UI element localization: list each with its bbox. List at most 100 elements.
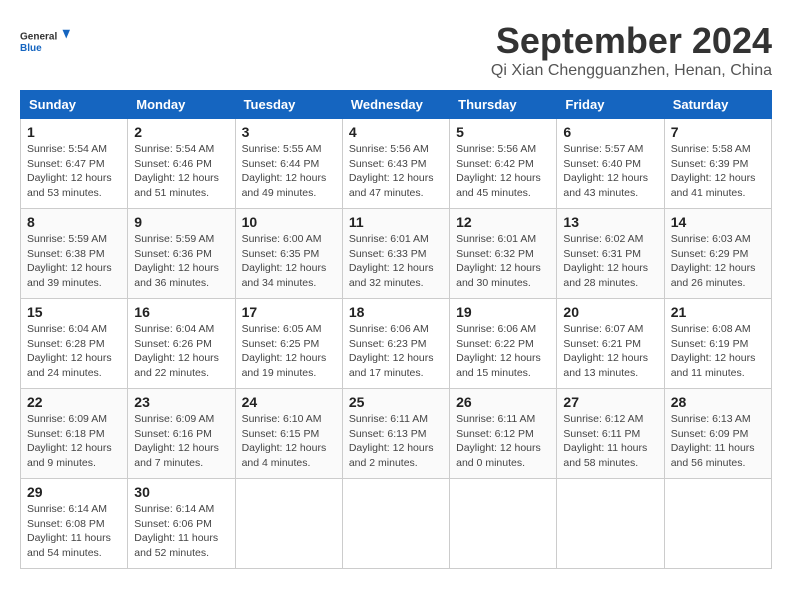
day-number: 29 <box>27 484 121 500</box>
day-info: Sunrise: 6:06 AM Sunset: 6:23 PM Dayligh… <box>349 322 443 381</box>
day-number: 14 <box>671 214 765 230</box>
day-number: 27 <box>563 394 657 410</box>
calendar-cell: 1 Sunrise: 5:54 AM Sunset: 6:47 PM Dayli… <box>21 119 128 209</box>
day-info: Sunrise: 6:13 AM Sunset: 6:09 PM Dayligh… <box>671 412 765 471</box>
day-number: 8 <box>27 214 121 230</box>
day-number: 26 <box>456 394 550 410</box>
calendar-cell: 24 Sunrise: 6:10 AM Sunset: 6:15 PM Dayl… <box>235 389 342 479</box>
calendar-cell: 28 Sunrise: 6:13 AM Sunset: 6:09 PM Dayl… <box>664 389 771 479</box>
day-number: 2 <box>134 124 228 140</box>
calendar-cell: 27 Sunrise: 6:12 AM Sunset: 6:11 PM Dayl… <box>557 389 664 479</box>
day-number: 13 <box>563 214 657 230</box>
day-info: Sunrise: 5:54 AM Sunset: 6:46 PM Dayligh… <box>134 142 228 201</box>
day-info: Sunrise: 6:03 AM Sunset: 6:29 PM Dayligh… <box>671 232 765 291</box>
day-info: Sunrise: 6:09 AM Sunset: 6:18 PM Dayligh… <box>27 412 121 471</box>
day-number: 15 <box>27 304 121 320</box>
col-tuesday: Tuesday <box>235 91 342 119</box>
calendar-cell: 26 Sunrise: 6:11 AM Sunset: 6:12 PM Dayl… <box>450 389 557 479</box>
calendar-cell: 11 Sunrise: 6:01 AM Sunset: 6:33 PM Dayl… <box>342 209 449 299</box>
day-number: 1 <box>27 124 121 140</box>
day-number: 6 <box>563 124 657 140</box>
day-info: Sunrise: 6:01 AM Sunset: 6:32 PM Dayligh… <box>456 232 550 291</box>
logo-svg: General Blue <box>20 20 70 65</box>
calendar-cell: 8 Sunrise: 5:59 AM Sunset: 6:38 PM Dayli… <box>21 209 128 299</box>
day-number: 23 <box>134 394 228 410</box>
calendar-cell: 21 Sunrise: 6:08 AM Sunset: 6:19 PM Dayl… <box>664 299 771 389</box>
day-number: 25 <box>349 394 443 410</box>
col-thursday: Thursday <box>450 91 557 119</box>
day-info: Sunrise: 5:56 AM Sunset: 6:42 PM Dayligh… <box>456 142 550 201</box>
location: Qi Xian Chengguanzhen, Henan, China <box>491 62 772 80</box>
col-saturday: Saturday <box>664 91 771 119</box>
calendar-cell: 3 Sunrise: 5:55 AM Sunset: 6:44 PM Dayli… <box>235 119 342 209</box>
week-row-1: 1 Sunrise: 5:54 AM Sunset: 6:47 PM Dayli… <box>21 119 772 209</box>
day-number: 10 <box>242 214 336 230</box>
day-number: 17 <box>242 304 336 320</box>
calendar-cell: 25 Sunrise: 6:11 AM Sunset: 6:13 PM Dayl… <box>342 389 449 479</box>
calendar-cell: 22 Sunrise: 6:09 AM Sunset: 6:18 PM Dayl… <box>21 389 128 479</box>
day-info: Sunrise: 6:08 AM Sunset: 6:19 PM Dayligh… <box>671 322 765 381</box>
day-info: Sunrise: 6:09 AM Sunset: 6:16 PM Dayligh… <box>134 412 228 471</box>
calendar-cell: 12 Sunrise: 6:01 AM Sunset: 6:32 PM Dayl… <box>450 209 557 299</box>
calendar-cell: 29 Sunrise: 6:14 AM Sunset: 6:08 PM Dayl… <box>21 479 128 569</box>
day-info: Sunrise: 6:04 AM Sunset: 6:28 PM Dayligh… <box>27 322 121 381</box>
calendar-cell: 2 Sunrise: 5:54 AM Sunset: 6:46 PM Dayli… <box>128 119 235 209</box>
day-number: 5 <box>456 124 550 140</box>
day-info: Sunrise: 6:11 AM Sunset: 6:13 PM Dayligh… <box>349 412 443 471</box>
calendar-cell: 18 Sunrise: 6:06 AM Sunset: 6:23 PM Dayl… <box>342 299 449 389</box>
day-info: Sunrise: 5:57 AM Sunset: 6:40 PM Dayligh… <box>563 142 657 201</box>
day-number: 30 <box>134 484 228 500</box>
day-number: 4 <box>349 124 443 140</box>
calendar-cell <box>235 479 342 569</box>
calendar-cell: 17 Sunrise: 6:05 AM Sunset: 6:25 PM Dayl… <box>235 299 342 389</box>
day-number: 12 <box>456 214 550 230</box>
day-info: Sunrise: 5:54 AM Sunset: 6:47 PM Dayligh… <box>27 142 121 201</box>
day-number: 7 <box>671 124 765 140</box>
calendar-cell: 20 Sunrise: 6:07 AM Sunset: 6:21 PM Dayl… <box>557 299 664 389</box>
calendar-header-row: Sunday Monday Tuesday Wednesday Thursday… <box>21 91 772 119</box>
day-number: 16 <box>134 304 228 320</box>
day-info: Sunrise: 5:55 AM Sunset: 6:44 PM Dayligh… <box>242 142 336 201</box>
calendar-cell: 5 Sunrise: 5:56 AM Sunset: 6:42 PM Dayli… <box>450 119 557 209</box>
calendar-cell: 16 Sunrise: 6:04 AM Sunset: 6:26 PM Dayl… <box>128 299 235 389</box>
col-wednesday: Wednesday <box>342 91 449 119</box>
day-number: 19 <box>456 304 550 320</box>
calendar-cell <box>450 479 557 569</box>
title-block: September 2024 Qi Xian Chengguanzhen, He… <box>491 20 772 80</box>
day-number: 20 <box>563 304 657 320</box>
day-number: 3 <box>242 124 336 140</box>
day-number: 22 <box>27 394 121 410</box>
calendar-cell: 4 Sunrise: 5:56 AM Sunset: 6:43 PM Dayli… <box>342 119 449 209</box>
day-info: Sunrise: 5:59 AM Sunset: 6:38 PM Dayligh… <box>27 232 121 291</box>
logo: General Blue <box>20 20 70 65</box>
calendar-cell: 9 Sunrise: 5:59 AM Sunset: 6:36 PM Dayli… <box>128 209 235 299</box>
day-info: Sunrise: 6:14 AM Sunset: 6:06 PM Dayligh… <box>134 502 228 561</box>
calendar-cell: 6 Sunrise: 5:57 AM Sunset: 6:40 PM Dayli… <box>557 119 664 209</box>
calendar-cell: 30 Sunrise: 6:14 AM Sunset: 6:06 PM Dayl… <box>128 479 235 569</box>
day-info: Sunrise: 5:59 AM Sunset: 6:36 PM Dayligh… <box>134 232 228 291</box>
month-title: September 2024 <box>491 20 772 62</box>
day-info: Sunrise: 5:58 AM Sunset: 6:39 PM Dayligh… <box>671 142 765 201</box>
day-number: 28 <box>671 394 765 410</box>
svg-text:Blue: Blue <box>20 43 42 54</box>
calendar-cell: 7 Sunrise: 5:58 AM Sunset: 6:39 PM Dayli… <box>664 119 771 209</box>
day-info: Sunrise: 6:10 AM Sunset: 6:15 PM Dayligh… <box>242 412 336 471</box>
svg-text:General: General <box>20 32 57 43</box>
col-sunday: Sunday <box>21 91 128 119</box>
calendar-cell <box>664 479 771 569</box>
day-info: Sunrise: 6:05 AM Sunset: 6:25 PM Dayligh… <box>242 322 336 381</box>
day-number: 18 <box>349 304 443 320</box>
calendar-cell <box>557 479 664 569</box>
day-info: Sunrise: 6:14 AM Sunset: 6:08 PM Dayligh… <box>27 502 121 561</box>
calendar-cell: 15 Sunrise: 6:04 AM Sunset: 6:28 PM Dayl… <box>21 299 128 389</box>
week-row-2: 8 Sunrise: 5:59 AM Sunset: 6:38 PM Dayli… <box>21 209 772 299</box>
day-number: 11 <box>349 214 443 230</box>
col-friday: Friday <box>557 91 664 119</box>
page-header: General Blue September 2024 Qi Xian Chen… <box>20 20 772 80</box>
calendar-cell <box>342 479 449 569</box>
day-number: 21 <box>671 304 765 320</box>
calendar-table: Sunday Monday Tuesday Wednesday Thursday… <box>20 90 772 569</box>
day-info: Sunrise: 6:06 AM Sunset: 6:22 PM Dayligh… <box>456 322 550 381</box>
day-info: Sunrise: 6:12 AM Sunset: 6:11 PM Dayligh… <box>563 412 657 471</box>
day-info: Sunrise: 6:02 AM Sunset: 6:31 PM Dayligh… <box>563 232 657 291</box>
